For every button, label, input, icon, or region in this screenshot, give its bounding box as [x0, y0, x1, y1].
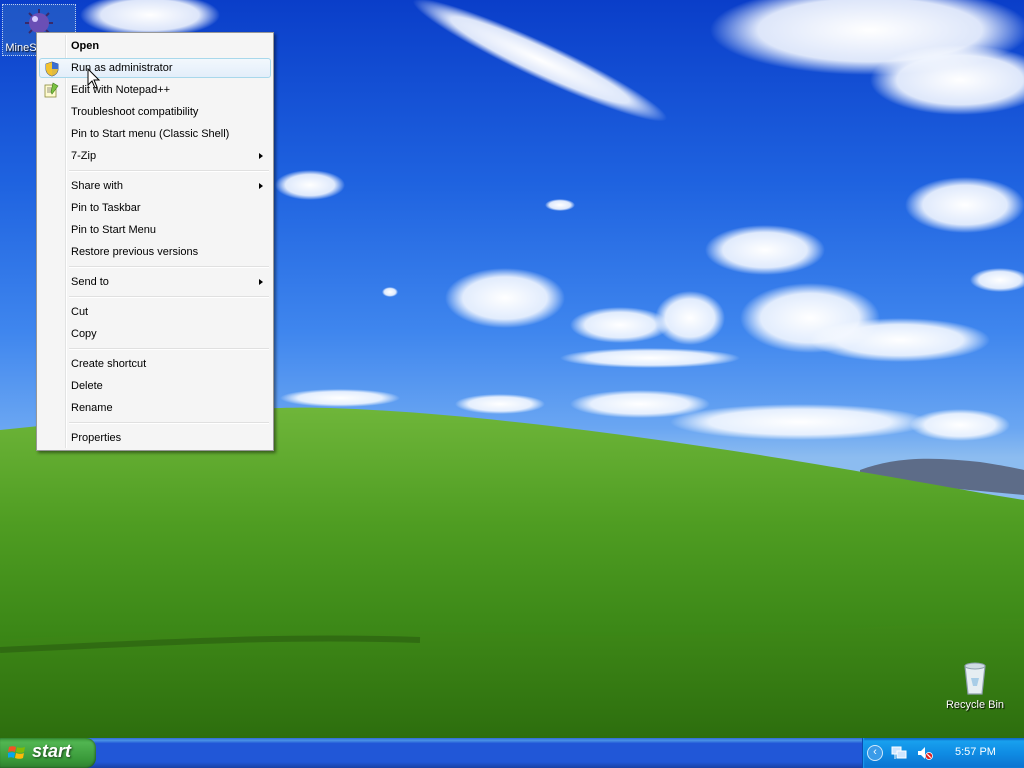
desktop-icon-label: Recycle Bin — [945, 699, 1005, 711]
taskbar: start ‹ 5:57 PM — [0, 738, 1024, 768]
menu-separator — [69, 348, 269, 350]
windows-logo-icon — [8, 746, 25, 759]
menu-item-label: Share with — [71, 180, 123, 192]
menu-item-run-as-administrator[interactable]: Run as administrator — [39, 58, 271, 78]
recycle-bin-icon — [964, 662, 986, 695]
menu-item-delete[interactable]: Delete — [39, 376, 271, 396]
start-button-label: start — [32, 741, 72, 761]
menu-item-pin-to-start-menu[interactable]: Pin to Start Menu — [39, 220, 271, 240]
menu-item-label: Restore previous versions — [71, 246, 199, 258]
start-button[interactable]: start — [0, 738, 96, 768]
show-hidden-icons-chevron-icon[interactable]: ‹ — [867, 745, 883, 761]
taskbar-clock[interactable]: 5:57 PM — [955, 746, 996, 758]
menu-item-label: Send to — [71, 276, 109, 288]
menu-item-restore-previous-versions[interactable]: Restore previous versions — [39, 242, 271, 262]
notification-area: ‹ 5:57 PM — [862, 738, 1024, 768]
menu-item-label: Cut — [71, 306, 89, 318]
menu-separator — [69, 170, 269, 172]
network-icon[interactable] — [891, 746, 907, 760]
menu-separator — [69, 422, 269, 424]
menu-item-copy[interactable]: Copy — [39, 324, 271, 344]
menu-item-label: Properties — [71, 432, 122, 444]
menu-item-label: Troubleshoot compatibility — [71, 106, 199, 118]
notepad-plus-plus-icon — [44, 82, 59, 98]
menu-item-label: Pin to Taskbar — [71, 202, 141, 214]
menu-item-label: Pin to Start menu (Classic Shell) — [71, 128, 230, 140]
menu-item-create-shortcut[interactable]: Create shortcut — [39, 354, 271, 374]
mouse-pointer-icon — [87, 68, 101, 89]
desktop[interactable]: MineSweeper Recycle Bin Open Run as admi… — [0, 0, 1024, 738]
menu-item-label: Create shortcut — [71, 358, 147, 370]
menu-separator — [69, 266, 269, 268]
submenu-arrow-icon — [259, 153, 263, 159]
menu-item-label: Pin to Start Menu — [71, 224, 156, 236]
submenu-arrow-icon — [259, 279, 263, 285]
menu-item-7-zip[interactable]: 7-Zip — [39, 146, 271, 166]
menu-item-label: Delete — [71, 380, 103, 392]
menu-item-label: Edit with Notepad++ — [71, 84, 171, 96]
menu-item-label: Open — [71, 40, 100, 52]
menu-item-pin-to-taskbar[interactable]: Pin to Taskbar — [39, 198, 271, 218]
menu-item-open[interactable]: Open — [39, 36, 271, 56]
uac-shield-icon — [45, 61, 59, 77]
menu-item-label: Rename — [71, 402, 113, 414]
menu-item-label: Copy — [71, 328, 97, 340]
menu-item-troubleshoot-compatibility[interactable]: Troubleshoot compatibility — [39, 102, 271, 122]
menu-item-send-to[interactable]: Send to — [39, 272, 271, 292]
desktop-icon-recycle-bin[interactable]: Recycle Bin — [938, 660, 1012, 711]
menu-separator — [69, 296, 269, 298]
submenu-arrow-icon — [259, 183, 263, 189]
menu-item-label: 7-Zip — [71, 150, 97, 162]
volume-muted-icon[interactable] — [917, 746, 933, 760]
context-menu: Open Run as administrator Edit with Note… — [36, 32, 274, 451]
menu-item-pin-to-start-menu-classic-shell[interactable]: Pin to Start menu (Classic Shell) — [39, 124, 271, 144]
menu-item-share-with[interactable]: Share with — [39, 176, 271, 196]
menu-item-rename[interactable]: Rename — [39, 398, 271, 418]
menu-item-cut[interactable]: Cut — [39, 302, 271, 322]
menu-item-edit-with-notepad-plus-plus[interactable]: Edit with Notepad++ — [39, 80, 271, 100]
menu-item-properties[interactable]: Properties — [39, 428, 271, 448]
